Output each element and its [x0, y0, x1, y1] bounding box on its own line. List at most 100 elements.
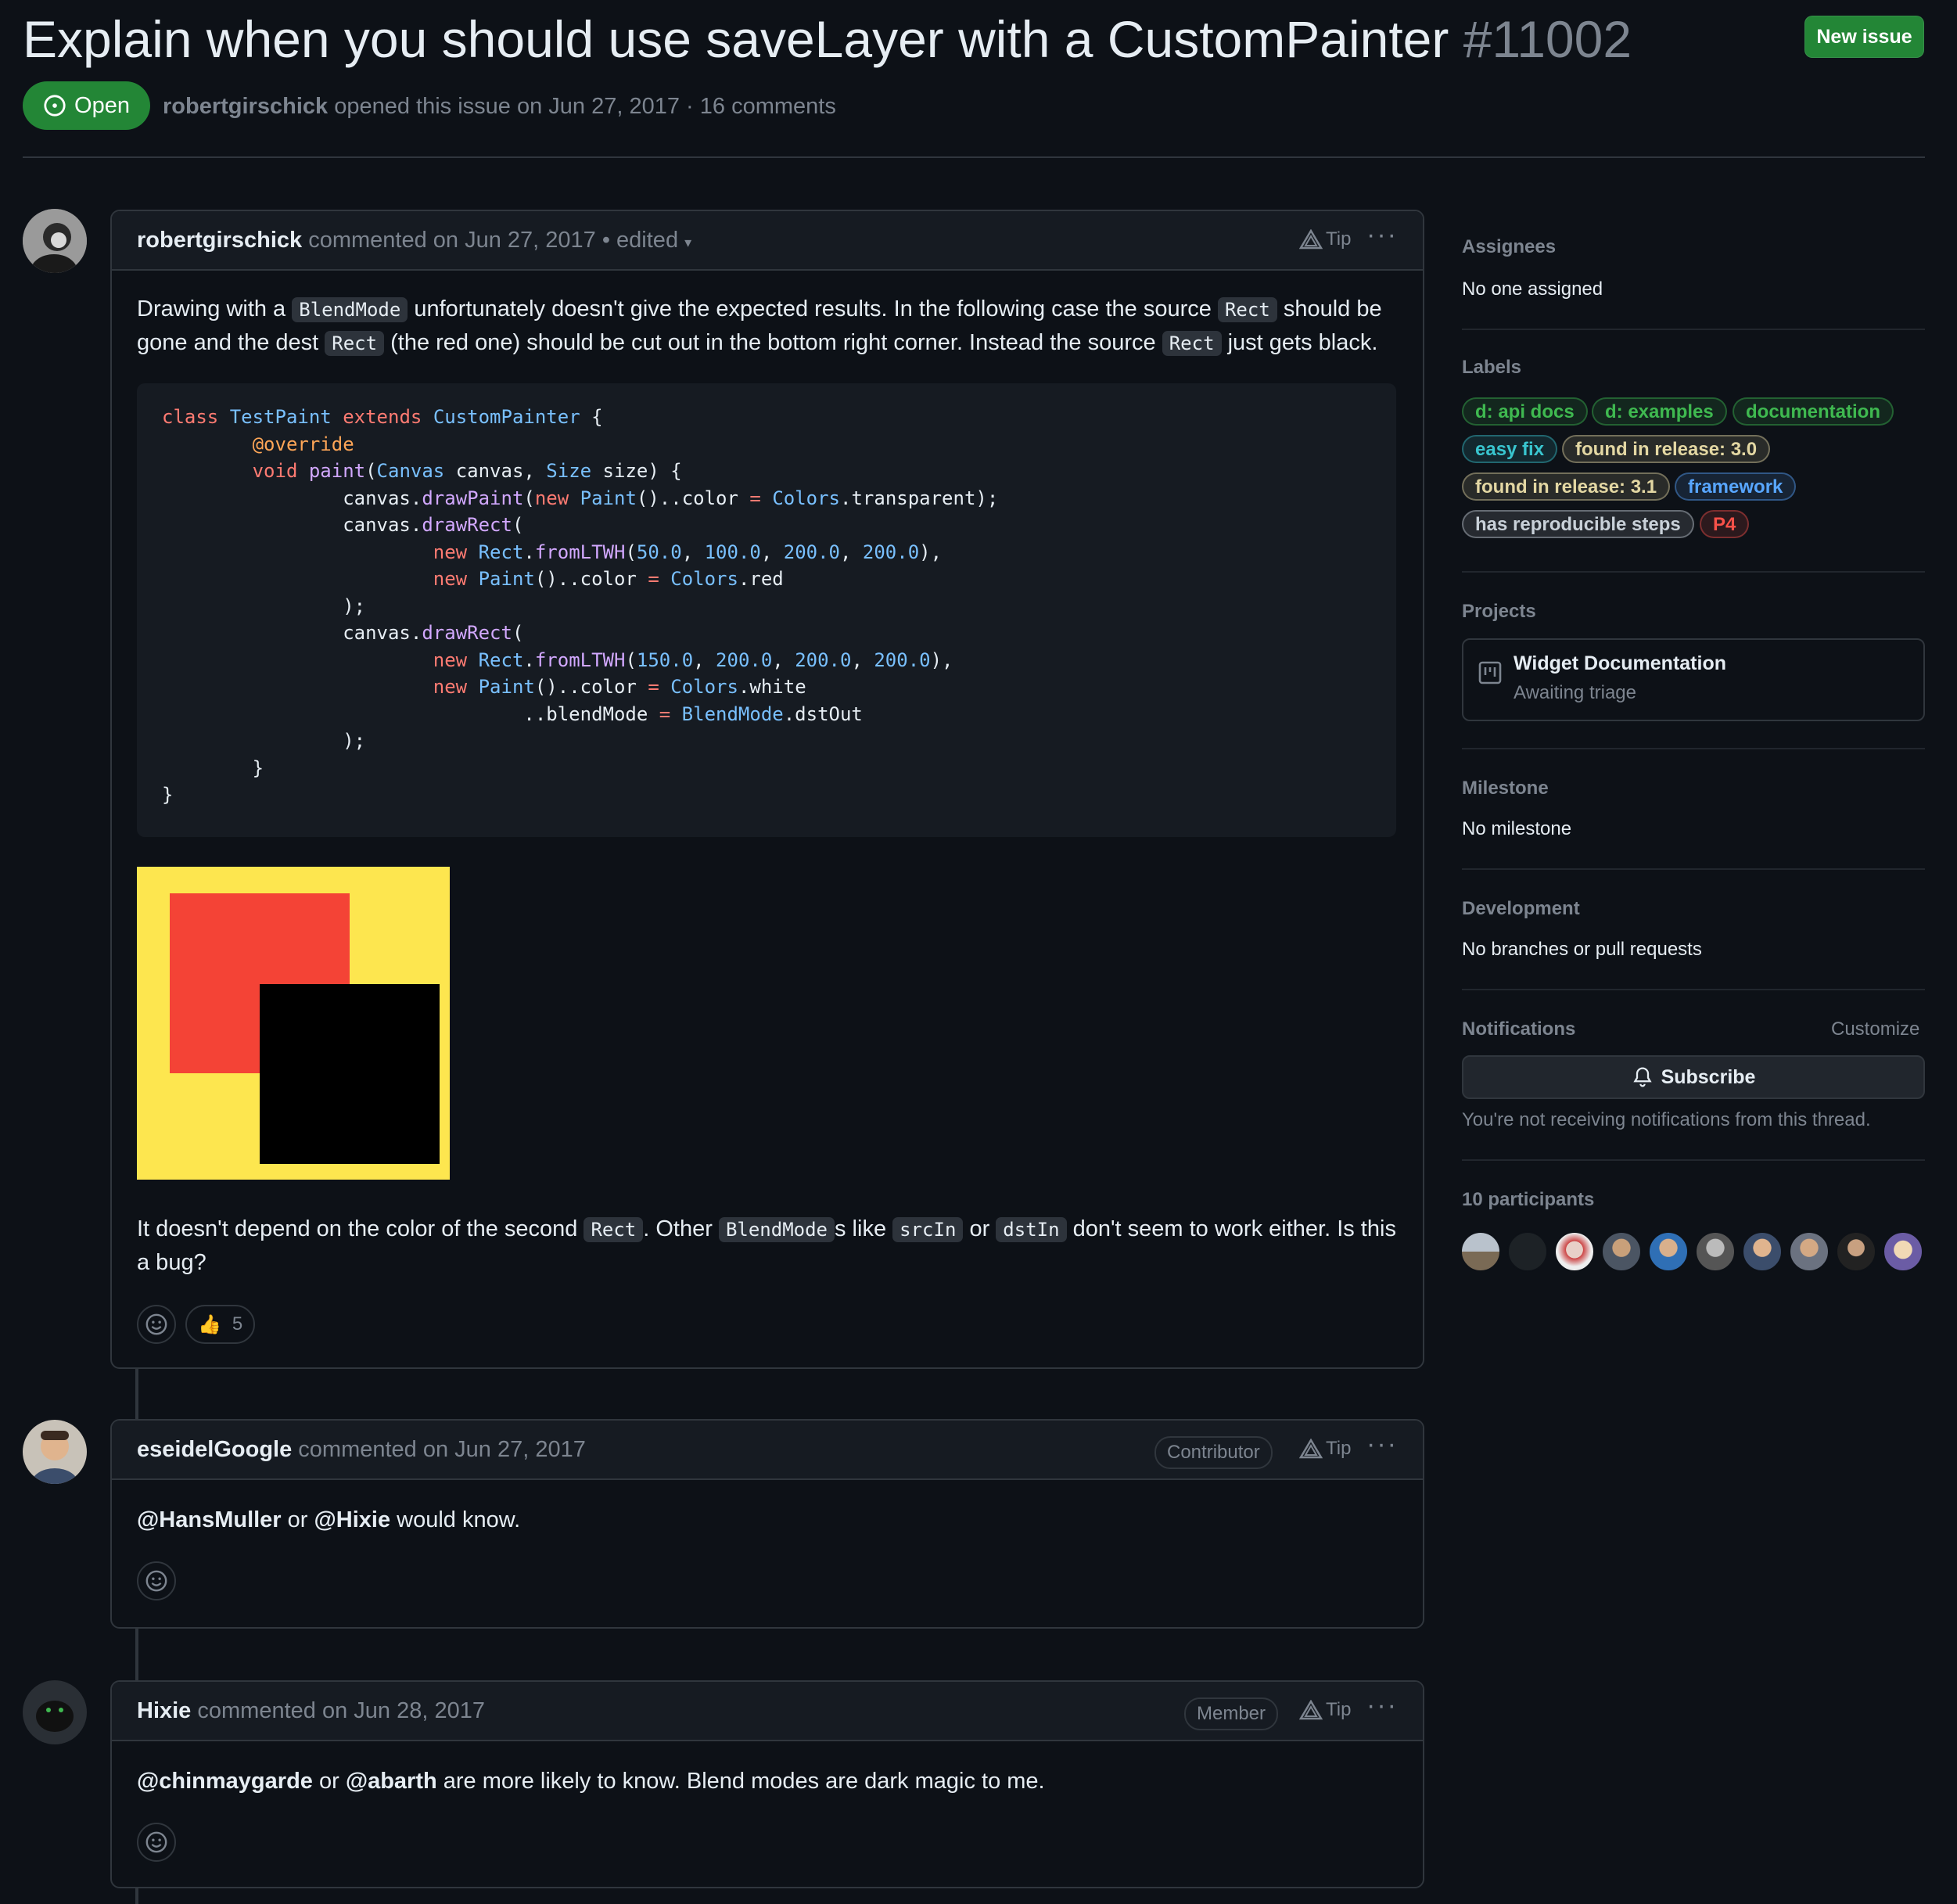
- label-badge[interactable]: d: examples: [1592, 397, 1727, 426]
- tip-button[interactable]: Tip: [1299, 1421, 1351, 1477]
- project-board-icon: [1478, 661, 1502, 684]
- projects-heading[interactable]: Projects: [1462, 601, 1536, 623]
- comment-date[interactable]: commented on Jun 27, 2017: [298, 1437, 586, 1462]
- inline-code: Rect: [1162, 331, 1222, 356]
- customize-link[interactable]: Customize: [1831, 1018, 1919, 1040]
- comment-header: Hixie commented on Jun 28, 2017 Member T…: [112, 1682, 1423, 1741]
- label-badge[interactable]: documentation: [1733, 397, 1894, 426]
- comment: Hixie commented on Jun 28, 2017 Member T…: [110, 1680, 1424, 1888]
- role-badge: Member: [1184, 1697, 1279, 1730]
- participant-avatar[interactable]: [1460, 1231, 1501, 1272]
- add-reaction-button[interactable]: [137, 1305, 176, 1344]
- text: unfortunately doesn't give the expected …: [408, 296, 1218, 322]
- comment-author[interactable]: eseidelGoogle: [137, 1437, 292, 1462]
- milestone-heading[interactable]: Milestone: [1462, 778, 1549, 799]
- comment: robertgirschick commented on Jun 27, 201…: [110, 210, 1424, 1369]
- add-reaction-button[interactable]: [137, 1823, 176, 1862]
- mention-link[interactable]: @chinmaygarde: [137, 1769, 313, 1794]
- timeline-line: [135, 1629, 138, 1680]
- label-badge[interactable]: found in release: 3.0: [1562, 435, 1771, 463]
- participant-avatar[interactable]: [1648, 1231, 1689, 1272]
- comment-date[interactable]: commented on Jun 27, 2017 • edited: [308, 228, 678, 253]
- text: Drawing with a: [137, 296, 293, 322]
- mention-link[interactable]: @Hixie: [314, 1507, 391, 1532]
- avatar[interactable]: [23, 209, 87, 273]
- code-block: class TestPaint extends CustomPainter { …: [137, 383, 1396, 837]
- tip-label: Tip: [1326, 1699, 1352, 1720]
- assignees-heading[interactable]: Assignees: [1462, 236, 1556, 258]
- tip-button[interactable]: Tip: [1299, 211, 1351, 268]
- avatar[interactable]: [23, 1680, 87, 1744]
- assignees-value: No one assigned: [1462, 278, 1603, 300]
- inline-code: BlendMode: [292, 297, 408, 322]
- divider: [1462, 1159, 1925, 1161]
- participants-heading: 10 participants: [1462, 1189, 1595, 1210]
- text: just gets black.: [1221, 330, 1378, 355]
- issue-number: #11002: [1463, 10, 1632, 68]
- label-badge[interactable]: d: api docs: [1462, 397, 1588, 426]
- avatar[interactable]: [23, 1420, 87, 1484]
- mention-link[interactable]: @HansMuller: [137, 1507, 282, 1532]
- smiley-icon: [145, 1831, 167, 1853]
- tip-label: Tip: [1326, 228, 1352, 250]
- notifications-heading: Notifications: [1462, 1018, 1576, 1040]
- comment-author[interactable]: robertgirschick: [137, 228, 302, 253]
- project-name[interactable]: Widget Documentation: [1514, 652, 1726, 675]
- comment-date[interactable]: commented on Jun 28, 2017: [197, 1698, 485, 1723]
- divider: [23, 156, 1925, 158]
- label-badge[interactable]: has reproducible steps: [1462, 510, 1694, 538]
- inline-code: srcIn: [892, 1217, 964, 1242]
- development-heading[interactable]: Development: [1462, 898, 1580, 920]
- more-options-icon[interactable]: ···: [1366, 1421, 1398, 1477]
- participant-avatar[interactable]: [1554, 1231, 1595, 1272]
- comment-meta: Hixie commented on Jun 28, 2017: [137, 1682, 485, 1740]
- copilot-icon: [1299, 229, 1323, 250]
- new-issue-button[interactable]: New issue: [1804, 16, 1924, 58]
- text: It doesn't depend on the color of the se…: [137, 1216, 584, 1241]
- inline-code: Rect: [584, 1217, 644, 1242]
- text: would know.: [390, 1507, 521, 1532]
- label-badge[interactable]: easy fix: [1462, 435, 1558, 463]
- tip-label: Tip: [1326, 1438, 1352, 1459]
- label-badge[interactable]: found in release: 3.1: [1462, 472, 1671, 501]
- text: . Other: [643, 1216, 719, 1241]
- project-card[interactable]: Widget Documentation Awaiting triage: [1462, 638, 1925, 721]
- label-badge[interactable]: framework: [1675, 472, 1797, 501]
- subscribe-label: Subscribe: [1661, 1065, 1756, 1088]
- thumbs-up-icon: 👍: [198, 1313, 221, 1335]
- participant-avatar[interactable]: [1789, 1231, 1830, 1272]
- issue-meta-text: opened this issue on Jun 27, 2017 · 16 c…: [334, 94, 836, 119]
- labels-heading[interactable]: Labels: [1462, 357, 1521, 379]
- comment-header: eseidelGoogle commented on Jun 27, 2017 …: [112, 1421, 1423, 1480]
- mention-link[interactable]: @abarth: [346, 1769, 437, 1794]
- text: (the red one) should be cut out in the b…: [384, 330, 1162, 355]
- status-badge: Open: [23, 81, 150, 130]
- comment-body: It doesn't depend on the color of the se…: [137, 1212, 1398, 1279]
- more-options-icon[interactable]: ···: [1366, 1682, 1398, 1738]
- participant-avatar[interactable]: [1883, 1231, 1923, 1272]
- divider: [1462, 989, 1925, 990]
- bell-icon: [1632, 1067, 1652, 1087]
- subscribe-button[interactable]: Subscribe: [1462, 1055, 1925, 1099]
- source-rect: [260, 984, 440, 1164]
- issue-title-text: Explain when you should use saveLayer wi…: [23, 10, 1449, 68]
- role-badge: Contributor: [1154, 1436, 1273, 1469]
- tip-button[interactable]: Tip: [1299, 1682, 1351, 1738]
- participant-avatar[interactable]: [1601, 1231, 1642, 1272]
- label-badge[interactable]: P4: [1700, 510, 1750, 538]
- chevron-down-icon[interactable]: ▾: [684, 235, 691, 250]
- more-options-icon[interactable]: ···: [1366, 211, 1398, 268]
- participant-avatar[interactable]: [1836, 1231, 1876, 1272]
- smiley-icon: [145, 1313, 167, 1335]
- divider: [1462, 571, 1925, 573]
- participant-avatar[interactable]: [1742, 1231, 1783, 1272]
- thumbs-up-reaction[interactable]: 👍 5: [185, 1305, 256, 1344]
- comment-meta: eseidelGoogle commented on Jun 27, 2017: [137, 1421, 586, 1478]
- add-reaction-button[interactable]: [137, 1561, 176, 1600]
- issue-author-link[interactable]: robertgirschick: [163, 94, 328, 119]
- project-status: Awaiting triage: [1514, 682, 1636, 703]
- comment-author[interactable]: Hixie: [137, 1698, 191, 1723]
- participant-avatar[interactable]: [1695, 1231, 1736, 1272]
- participant-avatar[interactable]: [1507, 1231, 1548, 1272]
- text: or: [963, 1216, 996, 1241]
